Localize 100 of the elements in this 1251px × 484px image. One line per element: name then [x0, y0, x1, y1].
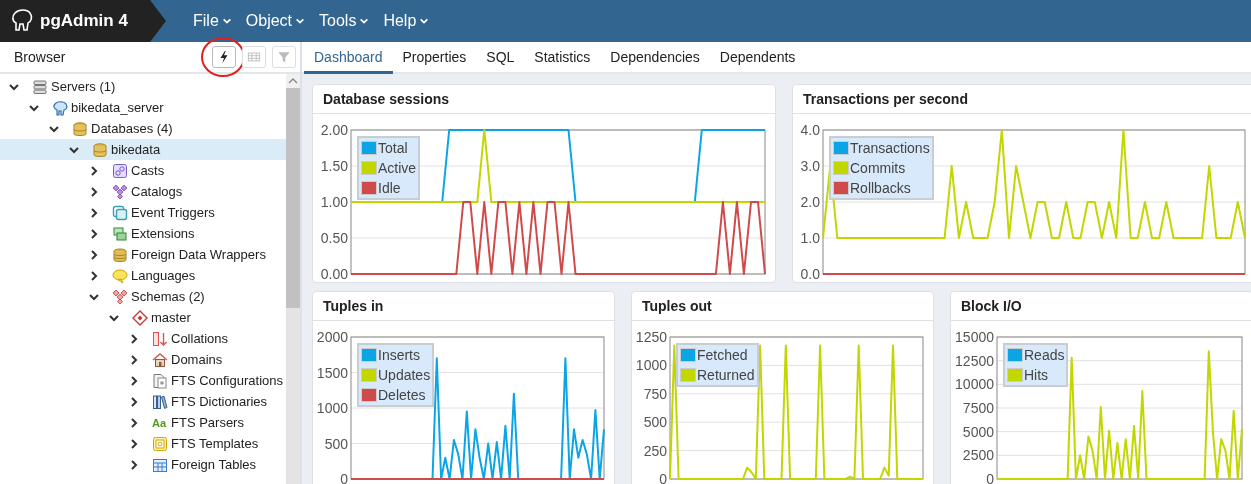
- menu-item[interactable]: Object: [244, 8, 307, 34]
- template-icon: [152, 435, 168, 452]
- y-tick-label: 1250: [635, 329, 667, 345]
- y-tick-label: 2500: [962, 447, 994, 464]
- tree-item[interactable]: Extensions: [131, 226, 195, 241]
- legend-label: Total: [378, 140, 408, 156]
- y-tick-label: 15000: [955, 329, 994, 345]
- chevron-down-icon[interactable]: [419, 16, 430, 26]
- scroll-up-icon[interactable]: [288, 77, 298, 85]
- chevron-right-icon[interactable]: [128, 458, 140, 471]
- tree-item[interactable]: bikedata: [111, 142, 161, 157]
- diamond-icon: [132, 309, 148, 326]
- tree-item[interactable]: Foreign Tables: [171, 457, 257, 472]
- y-tick-label: 0: [659, 471, 667, 484]
- logo-icon: [10, 9, 34, 33]
- legend-label: Transactions: [850, 140, 930, 156]
- chevron-right-icon[interactable]: [88, 206, 100, 219]
- chevron-down-icon[interactable]: [295, 16, 306, 26]
- table-icon: [152, 456, 168, 473]
- y-tick-label: 750: [643, 385, 667, 402]
- tree-item[interactable]: Schemas (2): [131, 289, 205, 304]
- legend-label: Idle: [378, 180, 401, 196]
- tree-item[interactable]: Event Triggers: [131, 205, 215, 220]
- chevron-right-icon[interactable]: [88, 164, 100, 177]
- chart-title: Block I/O: [961, 298, 1022, 314]
- tree-item[interactable]: Casts: [131, 163, 165, 178]
- chevron-right-icon[interactable]: [88, 269, 100, 282]
- cast-icon: [112, 162, 128, 179]
- y-tick-label: 3.0: [800, 158, 820, 174]
- chevron-right-icon[interactable]: [128, 395, 140, 408]
- legend-label: Active: [378, 160, 417, 176]
- chevron-right-icon[interactable]: [128, 332, 140, 345]
- elephant-icon: [52, 99, 68, 116]
- database-icon: [92, 141, 108, 158]
- legend-label: Fetched: [697, 347, 748, 363]
- tree-item[interactable]: Foreign Data Wrappers: [131, 247, 266, 262]
- chevron-down-icon[interactable]: [221, 16, 232, 26]
- grid-icon: [247, 50, 261, 64]
- tab[interactable]: SQL: [476, 42, 525, 74]
- tab[interactable]: Statistics: [524, 42, 601, 74]
- tree-item[interactable]: Catalogs: [131, 184, 183, 199]
- tree-item[interactable]: FTS Parsers: [171, 415, 244, 430]
- legend-label: Commits: [850, 160, 906, 176]
- chevron-right-icon[interactable]: [128, 374, 140, 387]
- scrollbar[interactable]: [286, 74, 300, 484]
- legend-label: Hits: [1024, 367, 1049, 383]
- coin-stack-icon: [112, 246, 128, 263]
- chart-title: Tuples in: [323, 298, 384, 314]
- legend-label: Updates: [378, 367, 431, 383]
- legend-label: Returned: [697, 367, 755, 383]
- legend-label: Rollbacks: [850, 180, 911, 196]
- speech-bubble-icon: [112, 267, 128, 284]
- y-tick-label: 1.00: [320, 194, 348, 210]
- y-tick-label: 2.00: [320, 122, 348, 138]
- tree-item[interactable]: FTS Configurations: [171, 373, 283, 388]
- chevron-down-icon[interactable]: [359, 16, 370, 26]
- y-tick-label: 10000: [955, 376, 994, 393]
- panel-title: Browser: [14, 49, 67, 65]
- menu-item[interactable]: Tools: [318, 8, 371, 34]
- tab[interactable]: Dependencies: [600, 42, 710, 74]
- database-stack-icon: [72, 120, 88, 137]
- y-tick-label: 1000: [316, 400, 348, 416]
- tree-item[interactable]: FTS Dictionaries: [171, 394, 268, 409]
- tree-item[interactable]: Languages: [131, 268, 196, 283]
- app-title: pgAdmin 4: [40, 11, 128, 31]
- house-icon: [152, 351, 168, 368]
- tree-item[interactable]: Domains: [171, 352, 223, 367]
- menu-item[interactable]: File: [192, 8, 233, 34]
- y-tick-label: 2000: [316, 329, 348, 345]
- y-tick-label: 2.0: [800, 194, 820, 210]
- tab[interactable]: Dependents: [709, 42, 806, 74]
- chevron-right-icon[interactable]: [88, 185, 100, 198]
- y-tick-label: 5000: [962, 423, 994, 440]
- tree-item[interactable]: Servers (1): [51, 79, 116, 94]
- tab[interactable]: Properties: [392, 42, 477, 74]
- query-button[interactable]: [212, 46, 236, 68]
- tree-item[interactable]: bikedata_server: [71, 100, 164, 115]
- y-tick-label: 0: [986, 471, 994, 484]
- schema-icon: [112, 288, 128, 305]
- tree-item[interactable]: FTS Templates: [171, 436, 259, 451]
- chevron-right-icon[interactable]: [128, 353, 140, 366]
- y-tick-label: 1000: [635, 357, 667, 374]
- tree-item[interactable]: master: [151, 310, 191, 325]
- chevron-right-icon[interactable]: [88, 248, 100, 261]
- y-tick-label: 0.00: [320, 266, 348, 282]
- trigger-icon: [112, 204, 128, 221]
- chart-title: Transactions per second: [803, 91, 968, 107]
- menu-item[interactable]: Help: [382, 8, 431, 34]
- books-icon: [152, 393, 168, 410]
- chevron-right-icon[interactable]: [128, 416, 140, 429]
- chevron-right-icon[interactable]: [88, 227, 100, 240]
- tree-item[interactable]: Databases (4): [91, 121, 173, 136]
- tree-item[interactable]: Collations: [171, 331, 229, 346]
- catalog-icon: [112, 183, 128, 200]
- chevron-right-icon[interactable]: [128, 437, 140, 450]
- y-tick-label: 12500: [955, 352, 994, 369]
- y-tick-label: 0: [340, 471, 348, 484]
- legend-label: Deletes: [378, 387, 426, 403]
- sort-arrow-icon: [152, 330, 168, 347]
- legend-label: Inserts: [378, 347, 420, 363]
